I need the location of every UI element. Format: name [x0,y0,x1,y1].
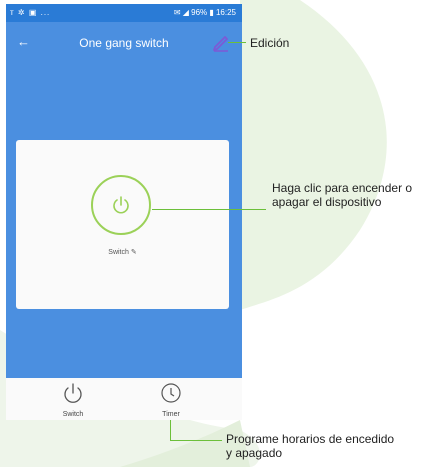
edit-callout: Edición [250,36,290,50]
status-bar: ᴛ ✲ ▣ ... ✉ ◢ 96% ▮ 16:25 [6,4,242,22]
power-icon [64,383,82,403]
tab-timer[interactable]: Timer [146,382,196,418]
tab-timer-label: Timer [162,411,180,418]
tab-switch[interactable]: Switch [48,382,98,418]
power-callout: Haga clic para encender o apagar el disp… [272,181,413,209]
power-callout-line [152,209,266,210]
clock-icon [161,383,181,403]
device-card: Switch ✎ [16,140,229,309]
status-icons-left: ᴛ ✲ ▣ ... [10,8,51,17]
status-icons-right: ✉ ◢ 96% ▮ 16:25 [173,8,236,17]
timer-callout-line-vertical [170,420,171,440]
phone-screen: ᴛ ✲ ▣ ... ✉ ◢ 96% ▮ 16:25 ← One gang swi… [6,4,242,420]
timer-callout-line-horizontal [170,440,222,441]
power-icon [113,196,129,214]
timer-callout: Programe horarios de encedido y apagado [226,432,395,460]
switch-name-label[interactable]: Switch ✎ [16,248,229,256]
page-title: One gang switch [79,36,169,50]
device-panel: ← One gang switch Switch ✎ [6,22,242,378]
power-toggle-button[interactable] [91,175,151,235]
edit-callout-line [228,42,246,43]
bottom-tab-bar: Switch Timer [6,378,242,420]
tab-switch-label: Switch [62,411,84,418]
